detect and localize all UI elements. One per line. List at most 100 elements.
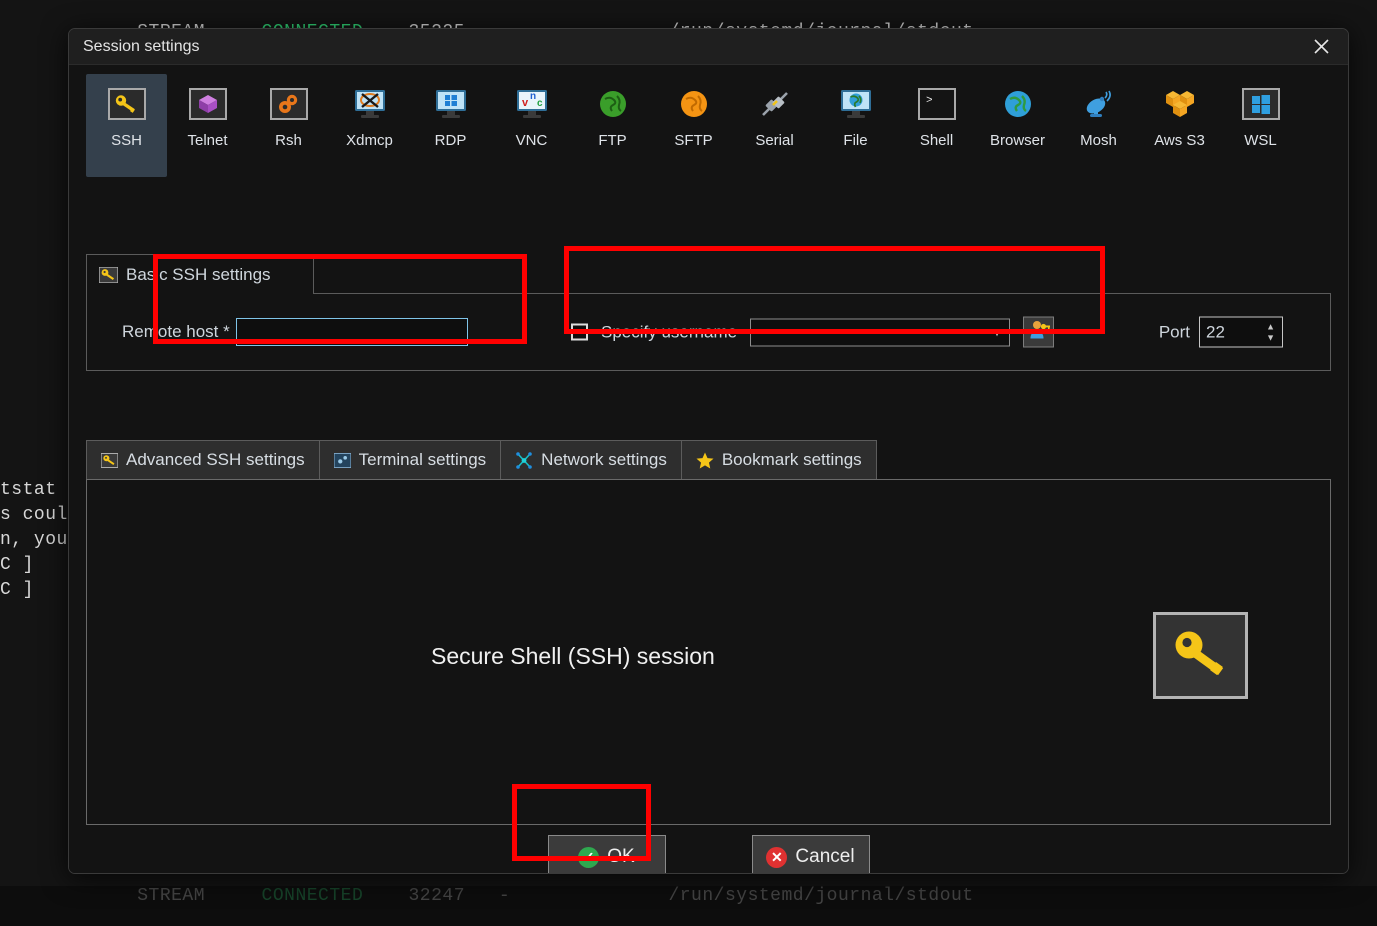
user-key-icon [1028, 319, 1050, 346]
protocol-label: RDP [435, 132, 467, 149]
terminal-text: tstat [0, 480, 57, 500]
protocol-item-shell[interactable]: > Shell [896, 74, 977, 177]
terminal-text: n, you [0, 530, 68, 550]
legend-label: Basic SSH settings [126, 265, 271, 285]
port-label: Port [1159, 322, 1190, 342]
protocol-item-wsl[interactable]: WSL [1220, 74, 1301, 177]
protocol-item-rsh[interactable]: Rsh [248, 74, 329, 177]
port-spinner[interactable]: 22 ▲ ▼ [1199, 317, 1283, 348]
protocol-item-vnc[interactable]: v n c VNC [491, 74, 572, 177]
settings-tab-bar: Advanced SSH settings Terminal settings [86, 440, 1331, 480]
dialog-titlebar: Session settings [69, 29, 1348, 65]
check-circle-icon: ✓ [578, 847, 599, 868]
protocol-toolbar: SSH Telnet Rsh [69, 65, 1348, 177]
protocol-label: Rsh [275, 132, 302, 149]
tab-bookmark-settings[interactable]: Bookmark settings [681, 440, 877, 480]
username-combobox[interactable]: ▾ [750, 318, 1010, 346]
globe-monitor-icon [836, 84, 876, 124]
x-circle-icon: ✕ [766, 847, 787, 868]
tab-advanced-ssh-settings[interactable]: Advanced SSH settings [86, 440, 319, 480]
protocol-item-aws-s3[interactable]: Aws S3 [1139, 74, 1220, 177]
svg-text:n: n [530, 91, 536, 102]
gears-icon [269, 84, 309, 124]
protocol-label: Telnet [187, 132, 227, 149]
terminal-col-dash: - [499, 886, 510, 906]
cancel-button-label: Cancel [795, 846, 854, 868]
tab-terminal-settings[interactable]: Terminal settings [319, 440, 501, 480]
protocol-label: WSL [1244, 132, 1277, 149]
panel-caption: Secure Shell (SSH) session [431, 643, 715, 670]
terminal-left-line-3: n, you [0, 530, 68, 550]
dialog-body: SSH Telnet Rsh [69, 65, 1348, 873]
tab-content-panel: Secure Shell (SSH) session [86, 479, 1331, 825]
basic-ssh-settings-legend: Basic SSH settings [86, 254, 314, 294]
spinner-down-icon[interactable]: ▼ [1266, 335, 1275, 341]
terminal-left-line-4: C ] [0, 555, 34, 575]
ok-button[interactable]: ✓ OK [548, 835, 666, 874]
close-icon[interactable] [1300, 32, 1342, 62]
protocol-label: Shell [920, 132, 953, 149]
port-field-group: Port 22 ▲ ▼ [1159, 317, 1283, 348]
key-icon [1153, 612, 1248, 699]
terminal-settings-icon [334, 453, 351, 468]
terminal-text: C ] [0, 555, 34, 575]
protocol-item-telnet[interactable]: Telnet [167, 74, 248, 177]
session-settings-dialog: Session settings SSH [68, 28, 1349, 874]
protocol-label: Mosh [1080, 132, 1117, 149]
protocol-label: Serial [755, 132, 793, 149]
remote-host-field-group: Remote host * [122, 318, 468, 346]
orange-globe-icon [674, 84, 714, 124]
spinner-up-icon[interactable]: ▲ [1266, 324, 1275, 330]
terminal-col-path: /run/systemd/journal/stdout [668, 886, 973, 906]
terminal-text: s coul [0, 505, 68, 525]
remote-host-input[interactable] [236, 318, 468, 346]
terminal-text: C ] [0, 580, 34, 600]
protocol-label: File [843, 132, 867, 149]
purple-cube-icon [188, 84, 228, 124]
protocol-label: Aws S3 [1154, 132, 1205, 149]
protocol-item-mosh[interactable]: Mosh [1058, 74, 1139, 177]
tab-network-settings[interactable]: Network settings [500, 440, 681, 480]
protocol-label: SSH [111, 132, 142, 149]
terminal-prompt-icon: > [917, 84, 957, 124]
port-value: 22 [1206, 322, 1225, 342]
tab-label: Network settings [541, 450, 667, 470]
windows-monitor-icon [431, 84, 471, 124]
spinner-arrows: ▲ ▼ [1266, 318, 1275, 347]
protocol-label: VNC [516, 132, 548, 149]
dialog-title: Session settings [83, 38, 1300, 56]
terminal-col-stream: STREAM [137, 886, 205, 906]
protocol-label: Browser [990, 132, 1045, 149]
specify-username-checkbox[interactable] [571, 324, 588, 341]
tab-label: Terminal settings [359, 450, 487, 470]
protocol-label: FTP [598, 132, 626, 149]
svg-text:v: v [522, 97, 529, 109]
ok-button-label: OK [607, 846, 634, 868]
dialog-action-row: ✓ OK ✕ Cancel [69, 835, 1348, 874]
user-key-button[interactable] [1023, 317, 1054, 348]
protocol-label: SFTP [674, 132, 712, 149]
green-globe-icon [593, 84, 633, 124]
basic-ssh-settings-group: Basic SSH settings Remote host * Specify… [86, 254, 1331, 371]
terminal-bottom-line: STREAM CONNECTED 32247 - /run/systemd/jo… [92, 866, 974, 926]
cancel-button[interactable]: ✕ Cancel [752, 835, 870, 874]
key-icon [101, 453, 118, 468]
protocol-item-sftp[interactable]: SFTP [653, 74, 734, 177]
protocol-item-ftp[interactable]: FTP [572, 74, 653, 177]
terminal-col-inode: 32247 [408, 886, 465, 906]
protocol-item-xdmcp[interactable]: Xdmcp [329, 74, 410, 177]
protocol-item-serial[interactable]: Serial [734, 74, 815, 177]
protocol-item-rdp[interactable]: RDP [410, 74, 491, 177]
star-icon [696, 452, 714, 469]
key-icon [107, 84, 147, 124]
protocol-item-browser[interactable]: Browser [977, 74, 1058, 177]
chevron-down-icon: ▾ [994, 325, 1000, 339]
network-nodes-icon [515, 452, 533, 469]
basic-settings-row: Remote host * Specify username ▾ [86, 293, 1331, 371]
specify-username-group: Specify username ▾ [571, 317, 1054, 348]
tab-label: Bookmark settings [722, 450, 862, 470]
protocol-item-ssh[interactable]: SSH [86, 74, 167, 177]
satellite-dish-icon [1079, 84, 1119, 124]
protocol-item-file[interactable]: File [815, 74, 896, 177]
protocol-label: Xdmcp [346, 132, 393, 149]
